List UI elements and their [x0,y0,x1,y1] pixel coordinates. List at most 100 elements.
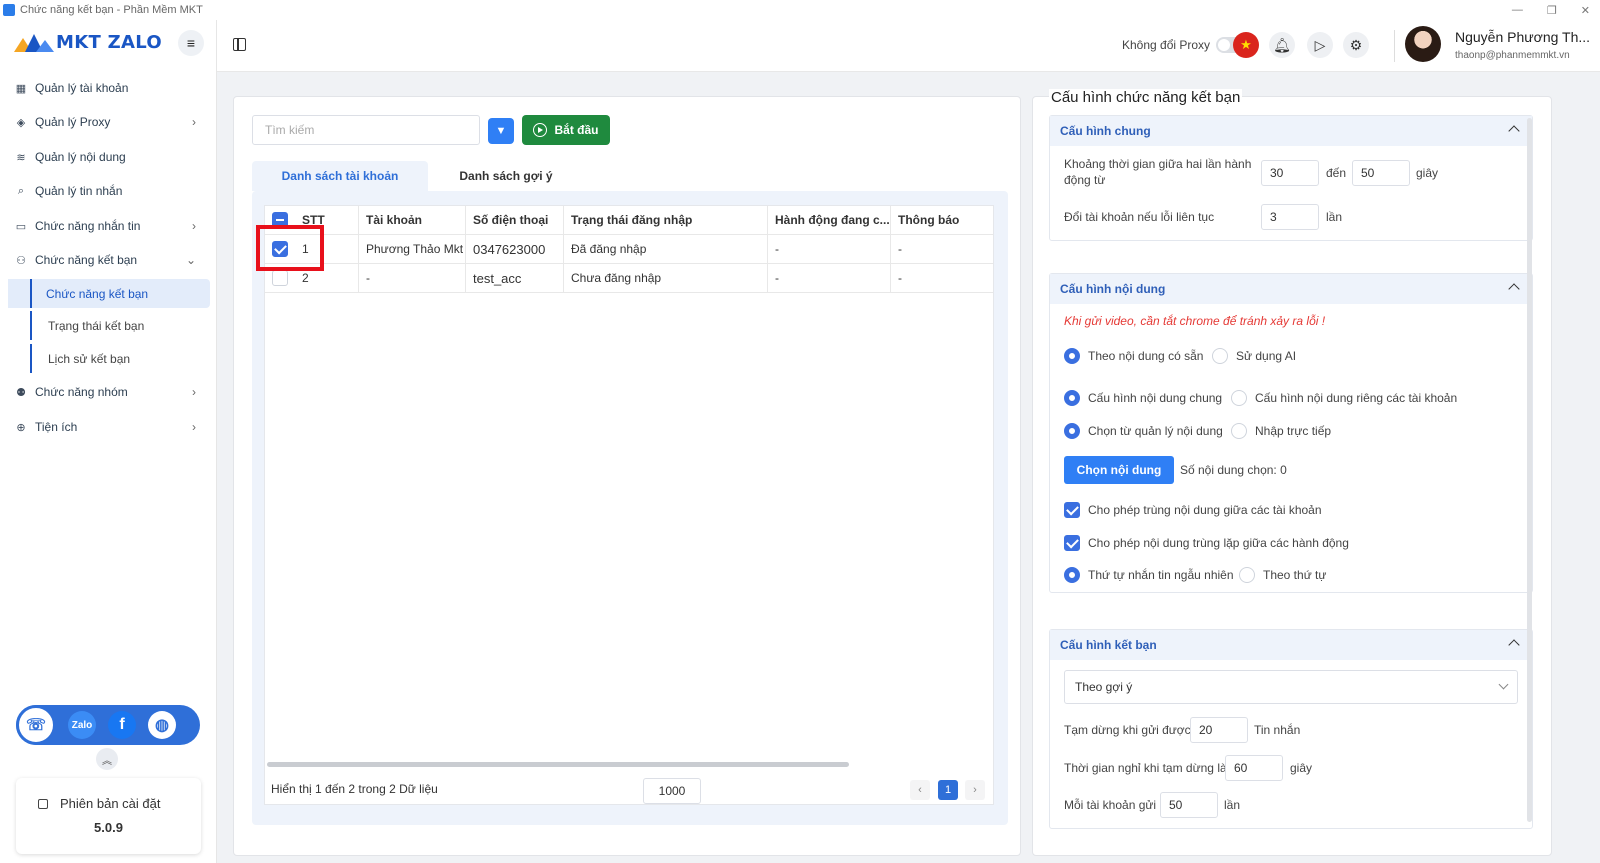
brand-logo[interactable]: MKT ZALO [14,32,162,53]
globe-icon[interactable]: ◍ [148,711,176,739]
col-notice: Thông báo [898,213,960,227]
sidebar-item-proxy[interactable]: ◈ Quản lý Proxy › [14,111,204,133]
restore-icon[interactable]: ❐ [1547,4,1557,17]
radio-per-account-content[interactable]: Cấu hình nội dung riêng các tài khoản [1231,390,1457,406]
radio-circle [1212,348,1228,364]
facebook-icon[interactable]: f [108,711,136,739]
col-current-action: Hành động đang c... [768,206,891,234]
radio-label: Sử dụng AI [1236,349,1297,363]
chevron-down-icon [1498,679,1509,690]
config-panel: Cấu hình chức năng kết bạn Cấu hình chun… [1032,89,1552,856]
per-account-label: Mỗi tài khoản gửi [1064,798,1157,812]
table-row[interactable]: 2 - test_acc Chưa đăng nhập - - [265,264,993,293]
radio-use-ai[interactable]: Sử dụng AI [1212,348,1296,364]
window-title-bar: Chức năng kết bạn - Phần Mềm MKT — ❐ ✕ [0,0,1600,20]
sidebar-subitem-add-friend[interactable]: Chức năng kết bạn [8,279,210,308]
rest-unit: giây [1290,761,1313,775]
switch-account-input[interactable]: 3 [1261,204,1319,230]
interval-label: Khoảng thời gian giữa hai lần hành động … [1064,157,1252,187]
user-email: thaonp@phanmemmkt.vn [1455,50,1570,61]
menu-toggle-button[interactable]: ≡ [178,30,204,56]
add-user-icon: ⚇ [16,254,26,267]
support-headset-icon[interactable]: ☏ [16,705,56,745]
search-input[interactable] [252,115,480,145]
chosen-count: Số nội dung chọn: 0 [1180,463,1287,477]
brand-name: MKT ZALO [56,32,162,53]
avatar[interactable] [1405,26,1441,62]
bell-icon[interactable]: 🔔︎ [1269,32,1295,58]
page-size-input[interactable]: 1000 [643,778,701,804]
grid-icon: ▦ [15,82,27,95]
page-button-current[interactable]: 1 [938,780,958,800]
start-button[interactable]: Bắt đầu [522,115,610,145]
collapse-up-button[interactable]: ︽ [96,748,118,770]
section-friend-header[interactable]: Cấu hình kết bạn [1050,630,1532,660]
version-label-text: Phiên bản cài đặt [60,796,161,811]
cell-notice: - [898,271,902,285]
rest-input[interactable]: 60 [1225,755,1283,781]
rest-label: Thời gian nghỉ khi tạm dừng là [1064,761,1227,775]
interval-from-input[interactable]: 30 [1261,160,1319,186]
section-general: Cấu hình chung Khoảng thời gian giữa hai… [1049,115,1533,241]
cell-account: Phương Thảo Mkt [359,235,466,263]
table-row[interactable]: 1 Phương Thảo Mkt 0347623000 Đã đăng nhậ… [265,235,993,264]
gear-icon[interactable]: ⚙ [1343,32,1369,58]
radio-label: Chọn từ quản lý nội dung [1088,424,1223,438]
version-card: Phiên bản cài đặt 5.0.9 [16,778,201,854]
section-content-header[interactable]: Cấu hình nội dung [1050,274,1532,304]
play-icon[interactable]: ▷ [1307,32,1333,58]
choose-content-button[interactable]: Chọn nội dung [1064,456,1174,484]
radio-from-manager[interactable]: Chọn từ quản lý nội dung [1064,423,1223,439]
version-number: 5.0.9 [94,820,123,835]
sidebar-subitem-friend-status[interactable]: Trạng thái kết bạn [30,311,210,340]
interval-unit: giây [1416,166,1439,180]
radio-direct-input[interactable]: Nhập trực tiếp [1231,423,1331,439]
config-scrollbar[interactable] [1527,118,1532,822]
sidebar-item-content[interactable]: ≋ Quản lý nội dung [14,146,204,168]
tab-account-list[interactable]: Danh sách tài khoản [252,161,428,191]
chevron-right-icon: › [192,420,196,434]
content-icon: ≋ [16,151,26,164]
zalo-icon[interactable]: Zalo [68,711,96,739]
vietnam-flag-icon[interactable]: ★ [1233,32,1259,58]
close-icon[interactable]: ✕ [1581,4,1590,17]
play-circle-icon [533,123,548,137]
check-allow-duplicate-actions[interactable]: Cho phép nội dung trùng lặp giữa các hàn… [1064,535,1349,551]
pause-input[interactable]: 20 [1190,717,1248,743]
per-account-input[interactable]: 50 [1160,792,1218,818]
interval-to-input[interactable]: 50 [1352,160,1410,186]
prev-page-button[interactable]: ‹ [910,780,930,800]
cell-phone: 0347623000 [466,235,564,263]
sidebar-subitem-friend-history[interactable]: Lịch sử kết bạn [30,344,210,373]
filter-button[interactable]: ▼ [488,118,514,144]
section-friend: Cấu hình kết bạn Theo gợi ý Tạm dừng khi… [1049,629,1533,829]
radio-common-content[interactable]: Cấu hình nội dung chung [1064,390,1222,406]
top-header: Không đổi Proxy ★ 🔔︎ ▷ ⚙ Nguyễn Phương T… [217,20,1600,72]
chevron-right-icon: › [192,115,196,129]
radio-sequential-order[interactable]: Theo thứ tự [1239,567,1326,583]
radio-circle [1064,423,1080,439]
layout-toggle-icon[interactable] [233,38,246,51]
radio-label: Nhập trực tiếp [1255,424,1332,438]
sidebar-item-utilities[interactable]: ⊕ Tiện ích › [14,416,204,438]
section-general-header[interactable]: Cấu hình chung [1050,116,1532,146]
row-checkbox[interactable] [272,270,288,286]
radio-random-order[interactable]: Thứ tự nhắn tin ngẫu nhiên [1064,567,1234,583]
sidebar-item-accounts[interactable]: ▦ Quản lý tài khoản [14,77,204,99]
radio-available-content[interactable]: Theo nội dung có sẵn [1064,348,1203,364]
app-icon [3,4,15,16]
radio-circle [1064,390,1080,406]
chevron-down-icon: ⌄ [185,253,196,267]
friend-source-select[interactable]: Theo gợi ý [1064,670,1518,704]
check-allow-duplicate-accounts[interactable]: Cho phép trùng nội dung giữa các tài kho… [1064,502,1322,518]
sidebar-item-add-friend[interactable]: ⚇ Chức năng kết bạn ⌄ [14,249,204,271]
tab-suggestion-list[interactable]: Danh sách gợi ý [432,161,580,191]
sidebar-item-messages[interactable]: ⌕ Quản lý tin nhắn [14,180,204,202]
sidebar-item-label: Tiện ích [35,420,78,434]
sidebar-item-group[interactable]: ⚉ Chức năng nhóm › [14,381,204,403]
col-phone: Số điện thoại [466,206,564,234]
next-page-button[interactable]: › [965,780,985,800]
horizontal-scrollbar[interactable] [267,762,849,767]
minimize-icon[interactable]: — [1512,4,1523,16]
sidebar-item-messaging[interactable]: ▭ Chức năng nhắn tin › [14,215,204,237]
